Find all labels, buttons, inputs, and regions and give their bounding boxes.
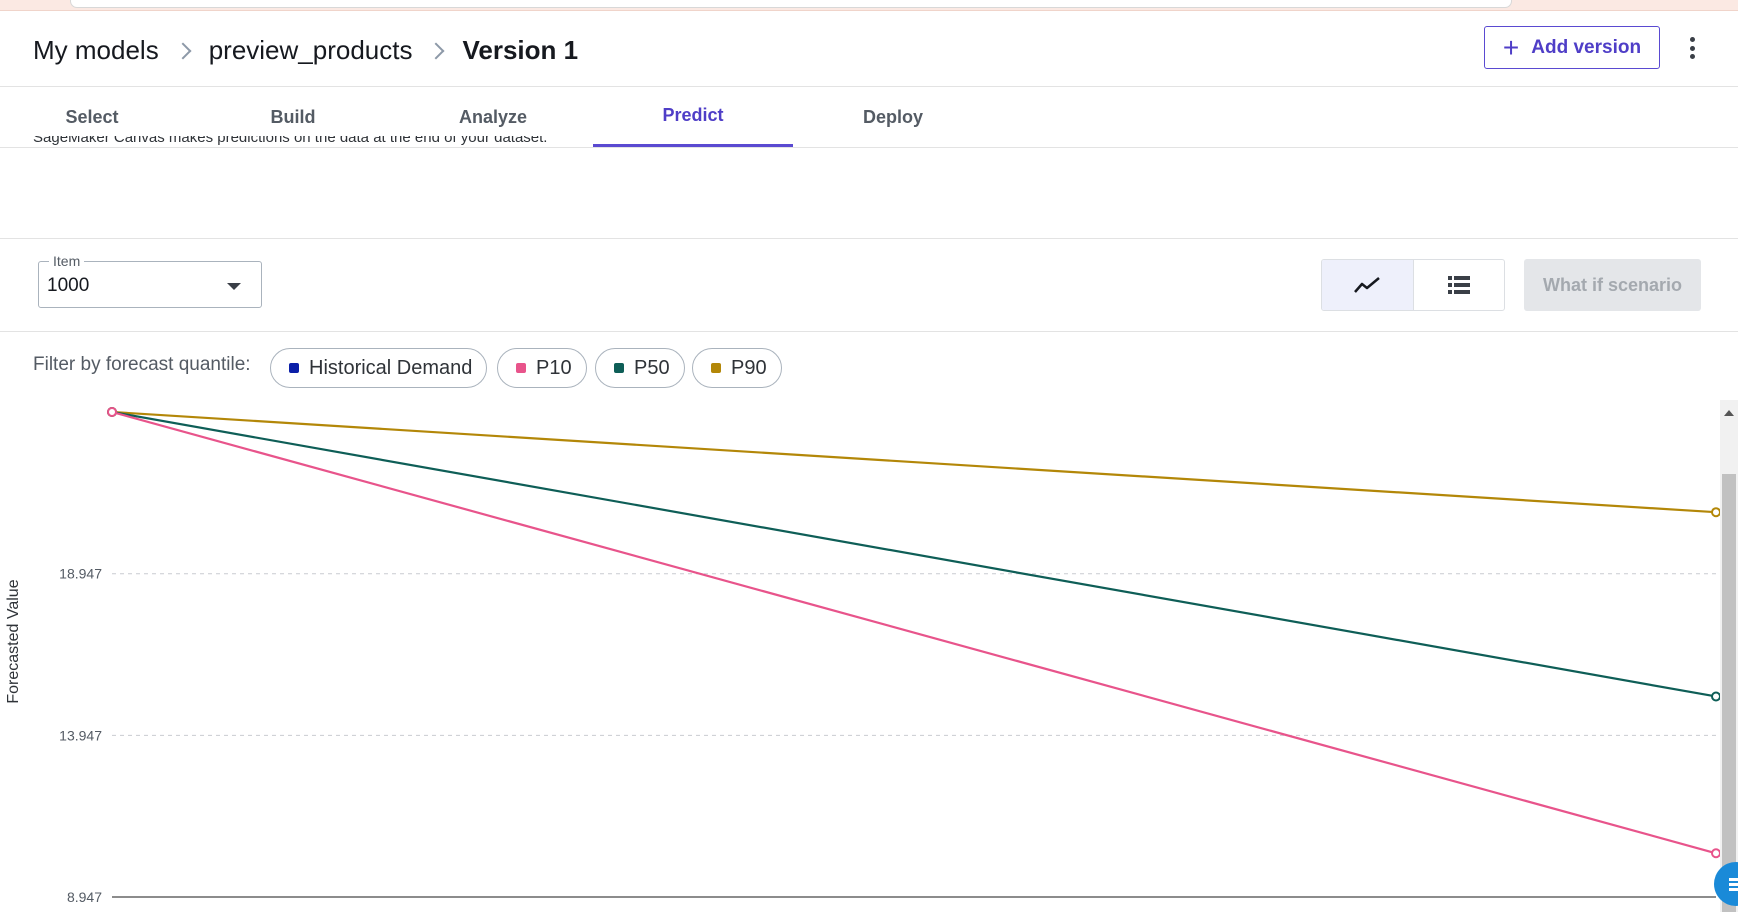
chip-p90[interactable]: P90 <box>692 348 782 388</box>
data-point-p10 <box>107 407 117 417</box>
legend-swatch <box>289 363 299 373</box>
series-line-p50 <box>111 410 1717 698</box>
chart-view-button[interactable] <box>1322 260 1414 310</box>
breadcrumb: My models preview_products Version 1 <box>33 35 578 66</box>
view-toggle <box>1321 259 1505 311</box>
page-header: My models preview_products Version 1 + A… <box>0 11 1738 87</box>
chip-label: P90 <box>731 356 767 379</box>
notification-banner <box>0 0 1738 11</box>
y-tick-label: 13.947 <box>59 727 102 743</box>
tab-predict[interactable]: Predict <box>593 87 793 147</box>
scrollbar-thumb[interactable] <box>1722 474 1736 912</box>
data-point-p10 <box>1711 848 1720 859</box>
vertical-scrollbar[interactable] <box>1720 400 1738 912</box>
chip-p10[interactable]: P10 <box>497 348 587 388</box>
legend-swatch <box>614 363 624 373</box>
chip-historical-demand[interactable]: Historical Demand <box>270 348 488 388</box>
breadcrumb-my-models[interactable]: My models <box>33 35 159 66</box>
y-tick-label: 8.947 <box>67 889 102 905</box>
legend-swatch <box>711 363 721 373</box>
chip-label: P50 <box>634 356 670 379</box>
item-dropdown[interactable]: Item 1000 <box>38 253 262 308</box>
table-view-button[interactable] <box>1414 260 1505 310</box>
tab-deploy[interactable]: Deploy <box>793 87 993 147</box>
data-point-p90 <box>1711 507 1720 518</box>
plus-icon: + <box>1502 31 1520 63</box>
section-divider <box>0 331 1738 332</box>
item-dropdown-value: 1000 <box>47 275 90 296</box>
what-if-scenario-button[interactable]: What if scenario <box>1524 259 1701 311</box>
chevron-right-icon <box>174 42 192 59</box>
data-point-p50 <box>1711 691 1720 702</box>
add-version-button[interactable]: + Add version <box>1484 26 1660 69</box>
item-dropdown-label: Item <box>49 253 85 269</box>
banner-pill <box>70 0 1512 8</box>
line-chart-icon <box>1354 277 1381 293</box>
y-axis-label: Forecasted Value <box>5 579 22 703</box>
breadcrumb-current: Version 1 <box>462 35 579 65</box>
chip-label: P10 <box>536 356 572 379</box>
scroll-up-icon[interactable] <box>1724 410 1734 416</box>
section-divider <box>0 238 1738 239</box>
chip-label: Historical Demand <box>309 356 473 379</box>
filter-label: Filter by forecast quantile: <box>33 354 251 375</box>
series-line-p10 <box>111 410 1717 855</box>
kebab-menu-icon[interactable] <box>1680 33 1704 63</box>
predict-description: SageMaker Canvas makes predictions on th… <box>33 136 548 146</box>
add-version-label: Add version <box>1531 36 1642 58</box>
legend-swatch <box>516 363 526 373</box>
forecast-chart: 18.947 13.947 8.947 Forecasted Value <box>5 407 1720 905</box>
caret-down-icon <box>227 283 241 290</box>
y-tick-label: 18.947 <box>59 566 102 582</box>
chip-p50[interactable]: P50 <box>595 348 685 388</box>
series-line-p90 <box>111 410 1717 514</box>
breadcrumb-model[interactable]: preview_products <box>209 35 413 66</box>
chat-icon <box>1729 876 1738 893</box>
table-list-icon <box>1447 276 1470 294</box>
chevron-right-icon <box>427 42 445 59</box>
